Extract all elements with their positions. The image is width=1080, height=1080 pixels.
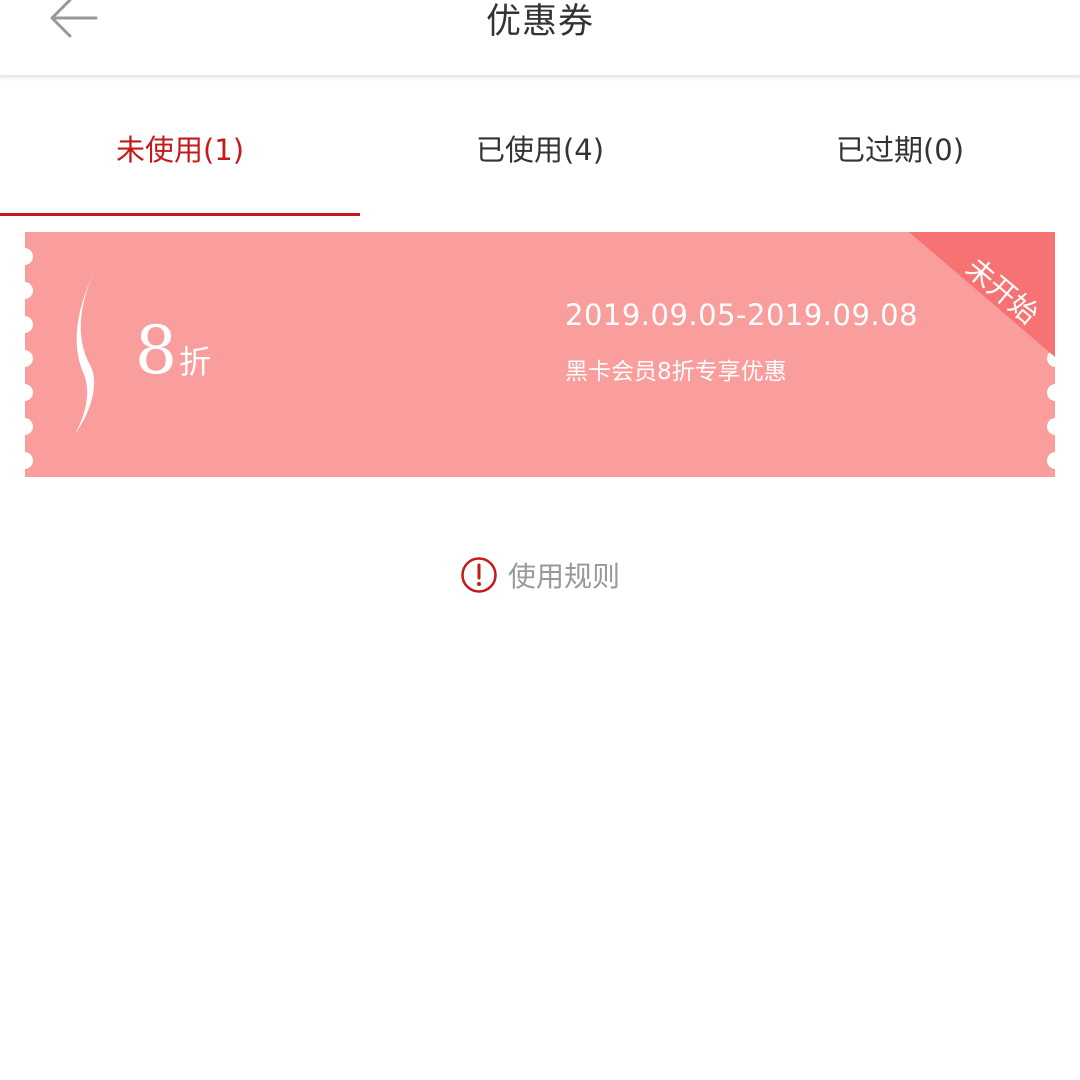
tab-used[interactable]: 已使用(4) xyxy=(360,78,720,218)
coupon-tabs: 未使用(1) 已使用(4) 已过期(0) xyxy=(0,78,1080,218)
page-title: 优惠券 xyxy=(485,2,594,42)
coupon-description: 黑卡会员8折专享优惠 xyxy=(565,359,787,385)
coupon-notch xyxy=(1047,384,1055,401)
tab-expired[interactable]: 已过期(0) xyxy=(720,78,1080,218)
active-tab-indicator xyxy=(0,213,360,216)
coupon-notch xyxy=(25,418,33,435)
usage-rules-link[interactable]: 使用规则 xyxy=(0,552,1080,598)
coupon-notch xyxy=(1047,452,1055,469)
coupon-notch xyxy=(25,384,33,401)
coupon-notch xyxy=(25,350,33,367)
coupon-notch xyxy=(25,452,33,469)
status-badge: 未开始 xyxy=(909,232,1055,357)
coupon-validity-dates: 2019.09.05-2019.09.08 xyxy=(565,298,919,332)
app-header: 优惠券 xyxy=(0,0,1080,76)
swoosh-logo-icon xyxy=(75,274,95,434)
tab-unused[interactable]: 未使用(1) xyxy=(0,78,360,218)
coupon-notch xyxy=(25,282,33,299)
exclamation-circle-icon xyxy=(461,557,497,593)
coupon-notch xyxy=(25,316,33,333)
coupon-page: 优惠券 未使用(1) 已使用(4) 已过期(0) 8 折 2019.09.05-… xyxy=(0,0,1080,1080)
usage-rules-label: 使用规则 xyxy=(507,560,620,593)
discount-unit: 折 xyxy=(179,343,212,381)
discount-amount: 8 折 xyxy=(135,316,211,386)
coupon-notch xyxy=(25,248,33,265)
coupon-notch xyxy=(1047,418,1055,435)
discount-value: 8 xyxy=(135,312,177,389)
coupon-card[interactable]: 8 折 2019.09.05-2019.09.08 黑卡会员8折专享优惠 未开始 xyxy=(25,232,1055,477)
